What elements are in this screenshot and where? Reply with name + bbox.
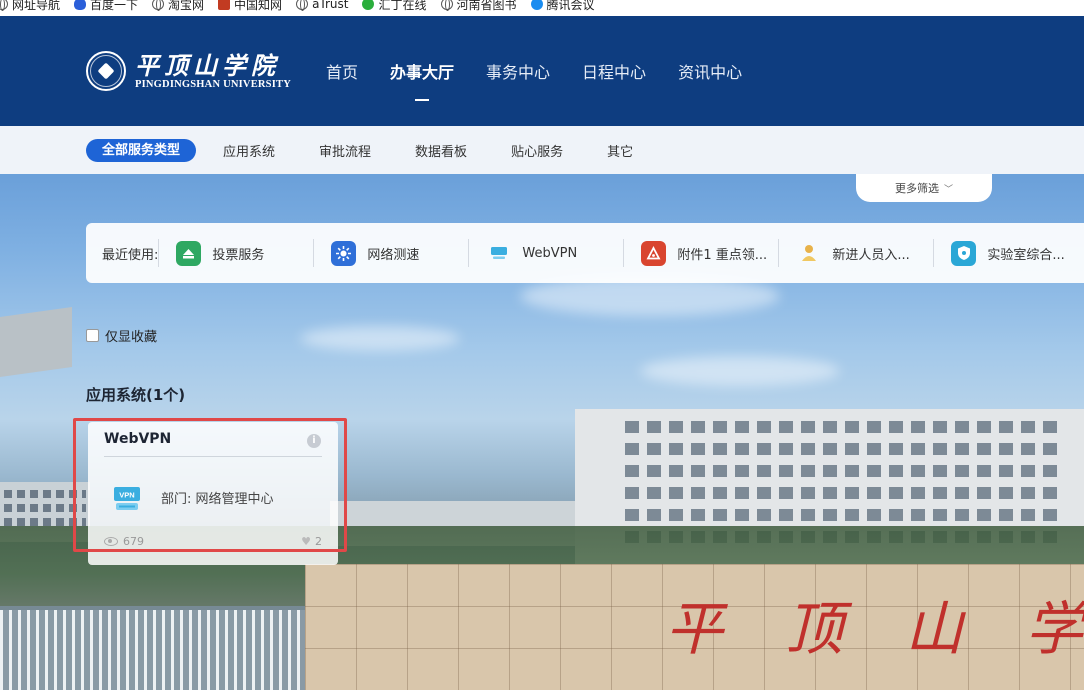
- card-title: WebVPN: [104, 431, 172, 447]
- network-speed-icon: [331, 240, 357, 266]
- checkbox-box[interactable]: [86, 329, 99, 342]
- tab-other[interactable]: 其它: [607, 141, 633, 160]
- recent-item-speedtest[interactable]: 网络测速: [313, 239, 468, 267]
- main-nav: 首页 办事大厅 事务中心 日程中心 资讯中心: [326, 16, 774, 126]
- category-bar: 全部服务类型 应用系统 审批流程 数据看板 贴心服务 其它: [0, 126, 1084, 174]
- globe-icon: [440, 0, 453, 11]
- recent-item-vote[interactable]: 投票服务: [158, 239, 313, 267]
- campus-background-image: 平顶山学: [0, 126, 1084, 690]
- cnki-icon: [218, 0, 231, 10]
- nav-news-center[interactable]: 资讯中心: [678, 16, 742, 126]
- info-icon[interactable]: i: [307, 434, 321, 448]
- bookmark-henan-library[interactable]: 河南省图书: [440, 0, 517, 13]
- bookmark-wechat[interactable]: 汇丁在线: [362, 0, 427, 13]
- nav-schedule-center[interactable]: 日程中心: [582, 16, 646, 126]
- vpn-icon: VPN: [114, 487, 140, 510]
- recent-item-new-staff[interactable]: 新进人员入...: [778, 239, 933, 267]
- card-department: 部门: 网络管理中心: [161, 492, 274, 507]
- recent-used-panel: 最近使用: 投票服务 网络测速 WebVPN 附件1 重点领... 新进人员入.…: [86, 223, 1084, 283]
- recent-item-attachment[interactable]: 附件1 重点领...: [623, 239, 778, 267]
- section-title: 应用系统(1个): [86, 386, 186, 404]
- nav-affairs-center[interactable]: 事务中心: [486, 16, 550, 126]
- baidu-paw-icon: [74, 0, 87, 10]
- tab-all-services[interactable]: 全部服务类型: [86, 138, 197, 162]
- logo-name-en: PINGDINGSHAN UNIVERSITY: [135, 78, 291, 90]
- wall-inscription: 平顶山学: [665, 595, 1083, 663]
- recent-item-webvpn[interactable]: WebVPN: [468, 239, 623, 267]
- recent-item-lab[interactable]: 实验室综合...: [933, 239, 1084, 267]
- tab-data-dashboard[interactable]: 数据看板: [415, 141, 467, 160]
- heart-icon: ♥: [301, 535, 311, 548]
- globe-icon: [0, 0, 8, 11]
- university-emblem-icon: [86, 51, 126, 91]
- vpn-icon: [486, 241, 511, 266]
- card-divider: [104, 456, 322, 457]
- vpn-badge-text: VPN: [119, 491, 134, 500]
- new-staff-icon: [796, 241, 821, 266]
- attachment-icon: [641, 240, 667, 266]
- view-count: 679: [104, 535, 144, 548]
- bookmark-nav[interactable]: 网址导航: [0, 0, 60, 13]
- bookmark-cnki[interactable]: 中国知网: [218, 0, 282, 13]
- eye-icon: [104, 537, 118, 546]
- favorites-only-label: 仅显收藏: [105, 330, 158, 345]
- tab-app-systems[interactable]: 应用系统: [223, 141, 275, 160]
- university-logo[interactable]: 平顶山学院 PINGDINGSHAN UNIVERSITY: [86, 51, 291, 91]
- nav-service-hall[interactable]: 办事大厅: [390, 16, 454, 126]
- vote-icon: [176, 240, 202, 266]
- logo-name-cn: 平顶山学院: [135, 50, 280, 80]
- bookmark-baidu[interactable]: 百度一下: [74, 0, 138, 13]
- site-header: 平顶山学院 PINGDINGSHAN UNIVERSITY 首页 办事大厅 事务…: [0, 16, 1084, 126]
- tab-care-services[interactable]: 贴心服务: [511, 141, 563, 160]
- chevron-down-icon: ﹀: [943, 184, 953, 195]
- more-filter-button[interactable]: 更多筛选 ﹀: [856, 174, 992, 202]
- tab-approval-flows[interactable]: 审批流程: [319, 141, 371, 160]
- wechat-icon: [362, 0, 375, 10]
- nav-home[interactable]: 首页: [326, 16, 358, 126]
- bookmark-tencent-meeting[interactable]: 腾讯会议: [530, 0, 595, 13]
- bookmarks-bar: 网址导航 百度一下 淘宝网 中国知网 aTrust 汇丁在线 河南省图书 腾讯会…: [0, 0, 1084, 16]
- globe-icon: [152, 0, 165, 11]
- favorites-only-checkbox[interactable]: 仅显收藏: [86, 326, 157, 345]
- bookmark-atrust[interactable]: aTrust: [296, 0, 348, 11]
- like-count[interactable]: ♥ 2: [301, 535, 322, 548]
- app-card-webvpn[interactable]: WebVPN i VPN 部门: 网络管理中心 679 ♥ 2: [88, 422, 338, 565]
- bookmark-taobao[interactable]: 淘宝网: [152, 0, 204, 13]
- lab-shield-icon: [951, 240, 977, 266]
- tencent-icon: [530, 0, 543, 10]
- globe-icon: [296, 0, 309, 11]
- recent-label: 最近使用:: [102, 247, 159, 263]
- campus-gate-wall: 平顶山学: [305, 564, 1084, 690]
